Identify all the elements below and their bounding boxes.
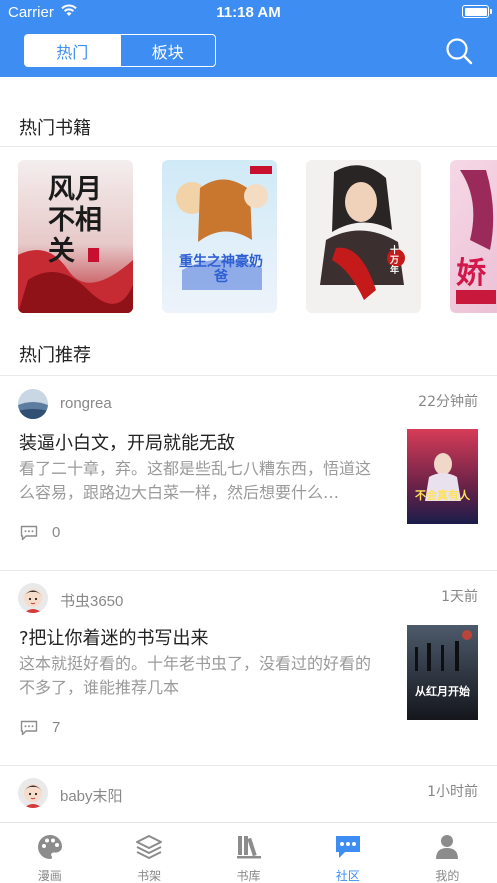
tab-bookshelf[interactable]: 书架 (99, 823, 198, 883)
layers-icon (136, 835, 163, 859)
post-time: 1天前 (441, 589, 478, 605)
book-cover-3[interactable]: 十万年 (306, 160, 421, 313)
post-excerpt: 看了二十章，弃。这都是些乱七八糟东西，悟道这么容易，跟路边大白菜一样，然后想要什… (19, 459, 372, 502)
tab-community[interactable]: 社区 (298, 823, 397, 883)
app: Carrier 11:18 AM 热门 板块 热门书籍 风月不相关 重生之神豪奶… (0, 0, 497, 883)
comment-count: 7 (52, 719, 61, 736)
battery-icon (462, 5, 492, 18)
chat-icon (335, 836, 360, 858)
post-username[interactable]: baby末阳 (60, 785, 123, 806)
library-icon (236, 836, 261, 859)
post-card[interactable]: 书虫3650 1天前 ?把让你着迷的书写出来 这本就挺好看的。十年老书虫了，没看… (0, 571, 497, 766)
post-book-cover[interactable]: 不会真有人 (407, 429, 478, 524)
tab-comics[interactable]: 漫画 (0, 823, 99, 883)
recommend-title: 热门推荐 (19, 345, 91, 366)
avatar[interactable] (18, 389, 48, 419)
book-cover-title: 十万年 (390, 246, 400, 276)
segmented-control: 热门 板块 (24, 34, 216, 67)
comment-icon (20, 525, 38, 540)
tab-label: 漫画 (37, 869, 62, 883)
tab-mine[interactable]: 我的 (398, 823, 497, 883)
comment-button[interactable]: 0 (20, 524, 60, 541)
post-username[interactable]: rongrea (60, 395, 112, 412)
post-card[interactable]: baby末阳 1小时前 (0, 766, 497, 822)
person-icon (436, 835, 459, 859)
comment-count: 0 (52, 524, 61, 541)
segment-boards[interactable]: 板块 (119, 35, 216, 66)
nav-header: Carrier 11:18 AM 热门 板块 (0, 0, 497, 77)
tab-label: 书库 (236, 869, 261, 883)
status-bar: Carrier 11:18 AM (0, 0, 497, 26)
post-time: 22分钟前 (418, 394, 478, 410)
comment-button[interactable]: 7 (20, 719, 60, 736)
avatar[interactable] (18, 583, 48, 613)
tab-label: 社区 (335, 869, 360, 883)
book-cover-title: 重生之神豪奶爸 (179, 254, 263, 285)
segment-hot[interactable]: 热门 (25, 35, 120, 66)
tab-label: 我的 (435, 869, 460, 883)
post-book-cover[interactable]: 从红月开始 (407, 625, 478, 720)
tab-label: 书架 (137, 869, 162, 883)
book-carousel: 风月不相关 重生之神豪奶爸 十万年 娇 (0, 160, 497, 314)
hot-books-title: 热门书籍 (19, 118, 91, 139)
book-cover-title: 娇 (456, 256, 486, 291)
post-time: 1小时前 (427, 784, 478, 800)
tab-bar: 漫画 书架 书库 社区 我的 (0, 822, 497, 883)
avatar[interactable] (18, 778, 48, 808)
book-cover-1[interactable]: 风月不相关 (18, 160, 133, 313)
search-icon[interactable] (445, 37, 473, 65)
palette-icon (37, 835, 62, 859)
post-excerpt: 这本就挺好看的。十年老书虫了，没看过的好看的不多了，谁能推荐几本 (19, 654, 372, 697)
post-book-cover-title: 不会真有人 (415, 489, 470, 502)
post-title[interactable]: 装逼小白文，开局就能无敌 (19, 429, 235, 455)
post-book-cover-title: 从红月开始 (415, 685, 470, 698)
comment-icon (20, 720, 38, 735)
book-cover-title: 风月不相关 (48, 174, 102, 267)
book-cover-2[interactable]: 重生之神豪奶爸 (162, 160, 277, 313)
status-time: 11:18 AM (216, 4, 281, 21)
post-username[interactable]: 书虫3650 (60, 590, 123, 611)
tab-library[interactable]: 书库 (199, 823, 298, 883)
book-cover-4[interactable]: 娇 (450, 160, 497, 313)
post-title[interactable]: ?把让你着迷的书写出来 (19, 624, 209, 650)
post-card[interactable]: rongrea 22分钟前 装逼小白文，开局就能无敌 看了二十章，弃。这都是些乱… (0, 376, 497, 571)
divider (0, 146, 497, 147)
